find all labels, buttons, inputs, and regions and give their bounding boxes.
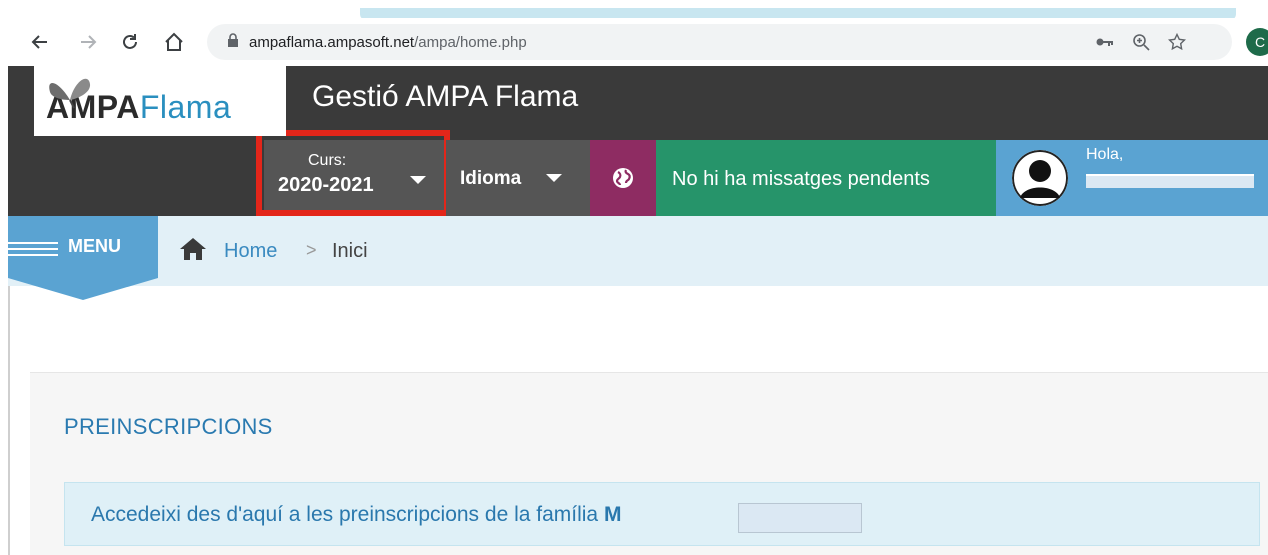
breadcrumb-separator: > bbox=[306, 240, 317, 260]
menu-tab-tail bbox=[8, 278, 158, 300]
menu-label: MENU bbox=[68, 236, 121, 256]
highlight-box bbox=[256, 130, 450, 216]
language-label: Idioma bbox=[460, 168, 522, 189]
chevron-down-icon bbox=[546, 174, 562, 182]
profile-avatar[interactable]: C bbox=[1246, 28, 1268, 56]
alert-text[interactable]: Accedeixi des d'aquí a les preinscripcio… bbox=[91, 503, 621, 527]
user-menu[interactable]: Hola, bbox=[996, 140, 1268, 216]
browser-toolbar: ampaflama.ampasoft.net/ampa/home.php C bbox=[0, 18, 1268, 66]
url-text: ampaflama.ampasoft.net/ampa/home.php bbox=[249, 34, 527, 51]
avatar bbox=[1012, 150, 1068, 206]
preinscription-alert[interactable]: Accedeixi des d'aquí a les preinscripcio… bbox=[64, 482, 1260, 546]
hamburger-icon bbox=[8, 242, 58, 256]
home-browser-icon[interactable] bbox=[160, 28, 188, 56]
messages-label: No hi ha missatges pendents bbox=[672, 168, 930, 190]
breadcrumb-home-link[interactable]: Home bbox=[224, 240, 277, 263]
app-title: Gestió AMPA Flama bbox=[312, 80, 579, 113]
menu-button[interactable]: MENU bbox=[8, 216, 158, 278]
redacted-username bbox=[1086, 174, 1254, 188]
language-dropdown[interactable]: Idioma bbox=[446, 140, 590, 216]
alert-message: Accedeixi des d'aquí a les preinscripcio… bbox=[91, 503, 604, 526]
reload-icon[interactable] bbox=[116, 28, 144, 56]
messages-button[interactable]: No hi ha missatges pendents bbox=[656, 140, 996, 216]
home-icon[interactable] bbox=[178, 236, 208, 267]
globe-button[interactable] bbox=[590, 140, 656, 216]
lock-icon bbox=[227, 32, 239, 52]
redacted-family-name bbox=[738, 503, 862, 533]
globe-icon bbox=[613, 168, 633, 188]
star-icon[interactable] bbox=[1165, 30, 1189, 54]
section-title: PREINSCRIPCIONS bbox=[64, 414, 273, 439]
url-path: /ampa/home.php bbox=[414, 33, 527, 51]
page: ampaflama.ampasoft.net/ampa/home.php C G… bbox=[0, 0, 1268, 555]
back-icon[interactable] bbox=[26, 28, 54, 56]
zoom-icon[interactable] bbox=[1129, 30, 1153, 54]
breadcrumb-current: Inici bbox=[332, 240, 368, 262]
forward-icon[interactable] bbox=[74, 28, 102, 56]
logo-light: Flama bbox=[139, 88, 232, 125]
greeting: Hola, bbox=[1086, 146, 1124, 163]
address-bar[interactable]: ampaflama.ampasoft.net/ampa/home.php bbox=[207, 24, 1232, 60]
key-icon[interactable] bbox=[1093, 30, 1117, 54]
butterfly-icon bbox=[49, 78, 91, 109]
logo[interactable]: AMPAFlama bbox=[34, 66, 286, 136]
divider bbox=[8, 286, 10, 555]
family-name[interactable]: M bbox=[604, 503, 622, 526]
url-host: ampaflama.ampasoft.net bbox=[249, 33, 415, 51]
